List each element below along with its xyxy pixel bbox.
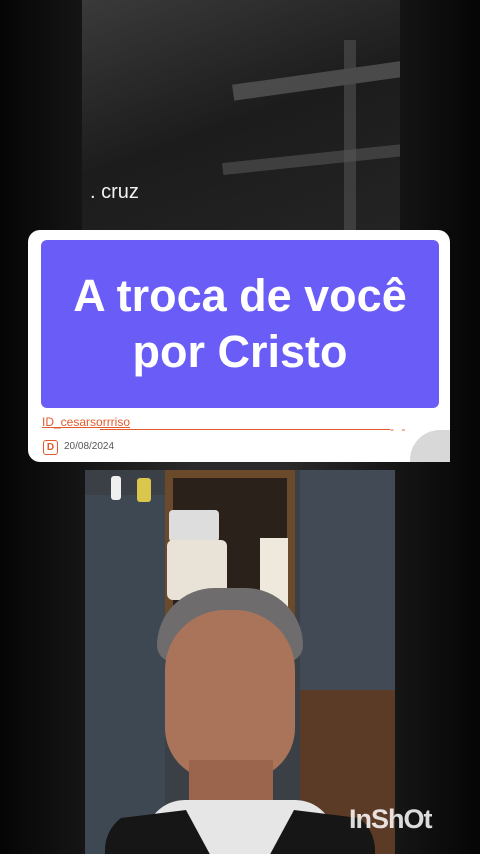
person-face bbox=[165, 610, 295, 780]
inshot-watermark: InShOt bbox=[349, 804, 432, 834]
date-badge-icon: D bbox=[43, 440, 58, 455]
top-video-frame: . cruz bbox=[82, 0, 400, 240]
title-card: A troca de você por Cristo ID_cesarsorrr… bbox=[28, 230, 450, 462]
card-id-link[interactable]: ID_cesarsorrriso bbox=[42, 415, 130, 429]
card-divider bbox=[100, 429, 390, 430]
card-dots: - - bbox=[390, 422, 408, 436]
cabinet bbox=[300, 470, 395, 690]
video-beam bbox=[222, 136, 400, 176]
bottle bbox=[137, 478, 151, 502]
video-post bbox=[344, 40, 356, 240]
shelf-item bbox=[169, 510, 219, 542]
card-date: 20/08/2024 bbox=[64, 441, 115, 452]
bottle bbox=[111, 476, 121, 500]
cabinet bbox=[85, 495, 165, 854]
card-title: A troca de você por Cristo bbox=[73, 270, 407, 377]
page-curl-decoration bbox=[410, 430, 450, 462]
video-beam bbox=[232, 51, 400, 101]
title-box: A troca de você por Cristo bbox=[41, 240, 439, 408]
video-caption: . cruz bbox=[90, 181, 139, 203]
bottom-video-frame bbox=[85, 470, 395, 854]
